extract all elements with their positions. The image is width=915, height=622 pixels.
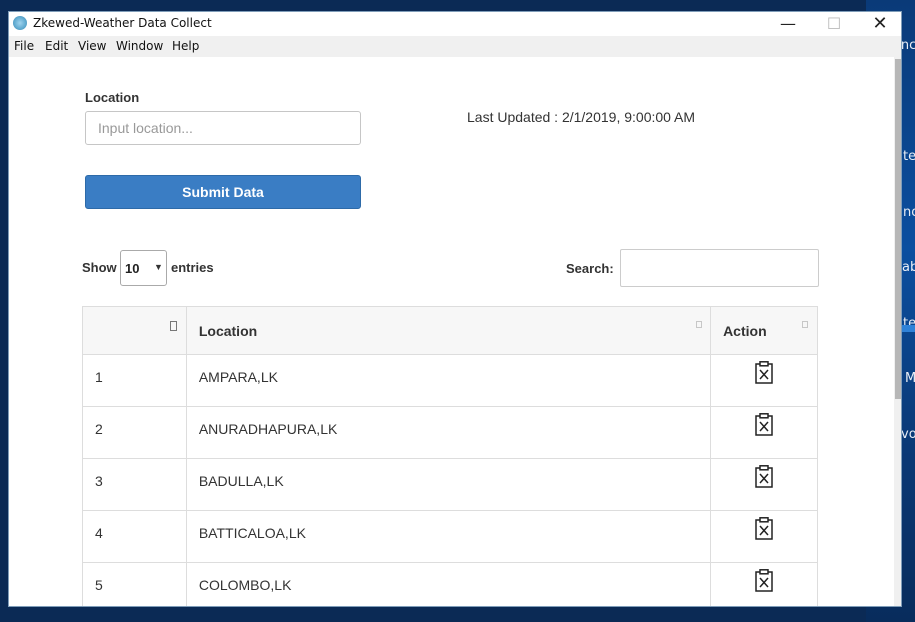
table-row: 4 BATTICALOA,LK — [82, 510, 818, 563]
location-label: Location — [85, 90, 140, 105]
search-input[interactable] — [620, 249, 819, 287]
location-input[interactable] — [85, 111, 361, 145]
column-header-location[interactable]: Location — [185, 306, 712, 355]
entries-select-value: 10 — [125, 261, 140, 276]
delete-clipboard-icon[interactable] — [755, 413, 773, 439]
row-location: ANURADHAPURA,LK — [185, 406, 712, 459]
sort-icon — [696, 321, 703, 328]
app-logo-icon — [13, 16, 27, 30]
row-number: 4 — [82, 510, 187, 563]
row-action-cell — [710, 510, 818, 563]
vertical-scrollbar[interactable] — [894, 57, 901, 606]
menu-bar: File Edit View Window Help — [9, 36, 901, 57]
chevron-down-icon: ▼ — [154, 262, 163, 272]
menu-window[interactable]: Window — [116, 39, 163, 53]
sort-icon — [169, 321, 177, 331]
menu-file[interactable]: File — [14, 39, 34, 53]
delete-clipboard-icon[interactable] — [755, 569, 773, 595]
row-action-cell — [710, 354, 818, 407]
desktop-taskbar-fragment — [902, 325, 915, 332]
search-label: Search: — [566, 261, 614, 276]
table-row: 3 BADULLA,LK — [82, 458, 818, 511]
title-bar[interactable]: Zkewed-Weather Data Collect — ☐ ✕ — [9, 12, 901, 36]
entries-label: entries — [171, 260, 214, 275]
row-location: BATTICALOA,LK — [185, 510, 712, 563]
menu-view[interactable]: View — [78, 39, 106, 53]
sort-icon — [802, 321, 808, 328]
row-action-cell — [710, 406, 818, 459]
window-title: Zkewed-Weather Data Collect — [33, 16, 212, 30]
main-content: Location Last Updated : 2/1/2019, 9:00:0… — [9, 57, 894, 606]
entries-select[interactable]: 10 ▼ — [120, 250, 167, 286]
maximize-button[interactable]: ☐ — [811, 12, 857, 36]
menu-edit[interactable]: Edit — [45, 39, 68, 53]
table-row: 5 COLOMBO,LK — [82, 562, 818, 606]
table-row: 2 ANURADHAPURA,LK — [82, 406, 818, 459]
row-location: BADULLA,LK — [185, 458, 712, 511]
scrollbar-thumb[interactable] — [895, 59, 901, 399]
delete-clipboard-icon[interactable] — [755, 361, 773, 387]
delete-clipboard-icon[interactable] — [755, 517, 773, 543]
row-number: 5 — [82, 562, 187, 606]
column-header-action[interactable]: Action — [710, 306, 818, 355]
locations-table: Location Action 1 AMPARA,LK 2 ANURADHAPU… — [82, 306, 818, 606]
row-number: 3 — [82, 458, 187, 511]
menu-help[interactable]: Help — [172, 39, 199, 53]
row-location: COLOMBO,LK — [185, 562, 712, 606]
row-number: 2 — [82, 406, 187, 459]
table-header-row: Location Action — [82, 306, 818, 355]
row-number: 1 — [82, 354, 187, 407]
last-updated-text: Last Updated : 2/1/2019, 9:00:00 AM — [467, 109, 696, 125]
row-location: AMPARA,LK — [185, 354, 712, 407]
close-button[interactable]: ✕ — [857, 12, 901, 36]
delete-clipboard-icon[interactable] — [755, 465, 773, 491]
minimize-button[interactable]: — — [765, 12, 811, 36]
app-window: Zkewed-Weather Data Collect — ☐ ✕ File E… — [8, 11, 902, 607]
row-action-cell — [710, 562, 818, 606]
submit-data-button[interactable]: Submit Data — [85, 175, 361, 209]
column-header-index[interactable] — [82, 306, 187, 355]
row-action-cell — [710, 458, 818, 511]
table-row: 1 AMPARA,LK — [82, 354, 818, 407]
show-label: Show — [82, 260, 117, 275]
